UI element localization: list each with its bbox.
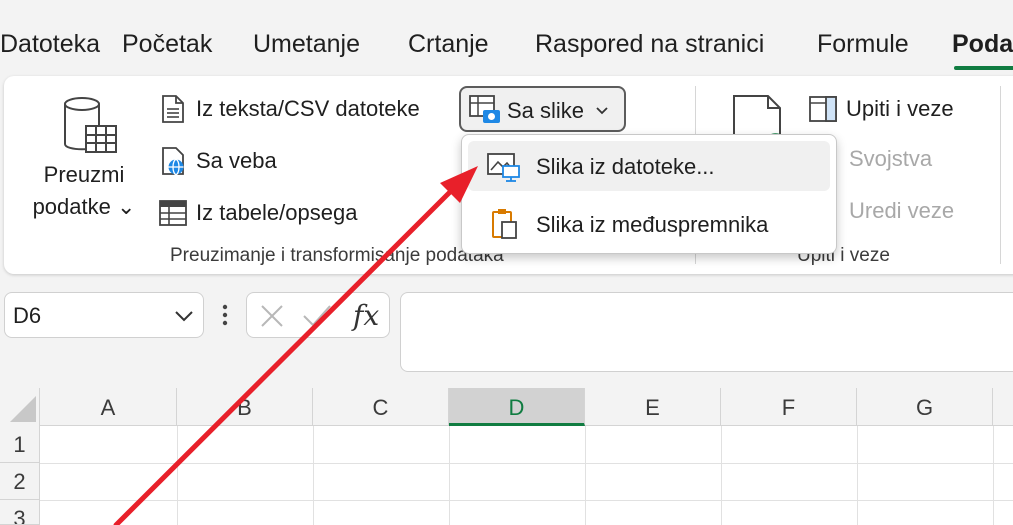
ribbon-tabs: Datoteka Početak Umetanje Crtanje Raspor… xyxy=(0,0,1013,76)
edit-links-label: Uredi veze xyxy=(849,198,955,223)
close-icon[interactable] xyxy=(259,303,285,329)
menu-item-picture-from-file[interactable]: Slika iz datoteke... xyxy=(468,141,830,191)
more-options-icon[interactable] xyxy=(222,300,228,330)
clipboard-icon xyxy=(492,209,517,239)
from-web-label: Sa veba xyxy=(196,148,277,173)
column-header-c[interactable]: C xyxy=(313,388,449,426)
formula-buttons: fx xyxy=(246,292,390,338)
get-data-button[interactable]: Preuzmi podatke ⌄ xyxy=(28,92,140,232)
select-all-corner[interactable] xyxy=(0,388,40,426)
name-box-value: D6 xyxy=(13,303,42,328)
grid-line xyxy=(993,426,994,525)
queries-connections-label: Upiti i veze xyxy=(846,96,954,121)
grid-line xyxy=(857,426,858,525)
edit-links-button[interactable]: Uredi veze xyxy=(849,198,954,224)
menu-item-picture-from-clipboard-label: Slika iz međuspremnika xyxy=(536,212,769,237)
grid-line xyxy=(40,463,1013,464)
chevron-down-icon xyxy=(175,311,193,322)
column-header-d[interactable]: D xyxy=(449,388,585,426)
picture-camera-icon xyxy=(469,95,500,123)
from-picture-label: Sa slike xyxy=(507,98,585,123)
column-header-b[interactable]: B xyxy=(177,388,313,426)
from-text-csv-label: Iz teksta/CSV datoteke xyxy=(196,96,420,121)
column-header-a[interactable]: A xyxy=(40,388,177,426)
get-data-label-1: Preuzmi xyxy=(43,162,125,187)
tab-podaci[interactable]: Poda xyxy=(952,30,1013,59)
from-web-button[interactable]: Sa veba xyxy=(158,146,277,176)
web-globe-icon xyxy=(162,147,184,176)
from-table-button[interactable]: Iz tabele/opsega xyxy=(158,198,357,228)
group-separator xyxy=(1000,86,1001,264)
row-header-1[interactable]: 1 xyxy=(0,426,40,463)
queries-pane-icon xyxy=(809,96,837,122)
from-table-label: Iz tabele/opsega xyxy=(196,200,358,225)
menu-item-picture-from-file-label: Slika iz datoteke... xyxy=(536,154,715,179)
grid-line xyxy=(721,426,722,525)
properties-button[interactable]: Svojstva xyxy=(849,146,932,172)
column-header-g[interactable]: G xyxy=(857,388,993,426)
name-box[interactable]: D6 xyxy=(4,292,204,338)
tab-formule[interactable]: Formule xyxy=(817,30,909,59)
grid-line xyxy=(40,500,1013,501)
column-header-f[interactable]: F xyxy=(721,388,857,426)
grid-line xyxy=(449,426,450,525)
chevron-down-icon: ⌄ xyxy=(116,194,136,219)
check-icon[interactable] xyxy=(302,303,332,329)
tab-pocetak[interactable]: Početak xyxy=(122,30,212,59)
menu-item-picture-from-clipboard[interactable]: Slika iz međuspremnika xyxy=(468,199,830,249)
chevron-down-icon xyxy=(596,107,608,115)
column-header-h[interactable] xyxy=(993,388,1013,426)
get-data-label-2: podatke ⌄ xyxy=(32,194,136,219)
tab-umetanje[interactable]: Umetanje xyxy=(253,30,360,59)
column-header-e[interactable]: E xyxy=(585,388,721,426)
row-header-2[interactable]: 2 xyxy=(0,463,40,500)
grid-line xyxy=(313,426,314,525)
picture-file-icon xyxy=(487,153,520,182)
active-tab-indicator xyxy=(954,66,1013,70)
table-range-icon xyxy=(159,200,187,226)
insert-function-button[interactable]: fx xyxy=(353,299,379,332)
database-table-icon xyxy=(64,97,117,153)
group-label-get-transform: Preuzimanje i transformisanje podataka xyxy=(170,245,504,266)
tab-raspored[interactable]: Raspored na stranici xyxy=(535,30,764,59)
from-picture-button[interactable]: Sa slike xyxy=(459,86,626,132)
text-file-icon xyxy=(162,95,184,123)
tab-datoteka[interactable]: Datoteka xyxy=(0,30,100,59)
formula-input[interactable] xyxy=(400,292,1013,372)
grid-line xyxy=(177,426,178,525)
row-header-3[interactable]: 3 xyxy=(0,500,40,525)
tab-crtanje[interactable]: Crtanje xyxy=(408,30,489,59)
from-text-csv-button[interactable]: Iz teksta/CSV datoteke xyxy=(158,94,420,124)
grid-line xyxy=(585,426,586,525)
properties-label: Svojstva xyxy=(849,146,933,171)
queries-connections-button[interactable]: Upiti i veze xyxy=(808,94,954,124)
from-picture-menu: Slika iz datoteke... Slika iz međuspremn… xyxy=(461,134,837,254)
